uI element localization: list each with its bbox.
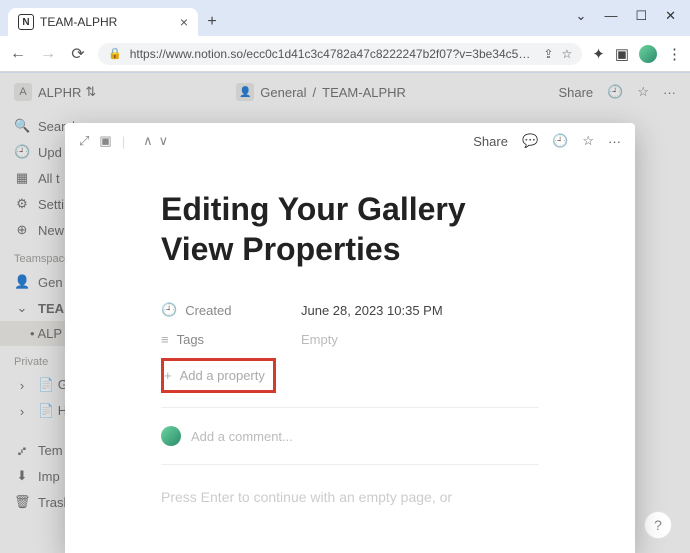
people-icon: 👤: [14, 274, 30, 290]
url-text: https://www.notion.so/ecc0c1d41c3c4782a4…: [130, 47, 536, 61]
extension-icons: ✦ ▣ ⋮: [592, 45, 682, 63]
reload-button[interactable]: ⟳: [68, 44, 88, 64]
expand-icon[interactable]: ⤢: [79, 133, 89, 149]
divider: [161, 464, 539, 465]
property-row-created[interactable]: 🕘 Created June 28, 2023 10:35 PM: [161, 295, 539, 325]
sidebar-item-label: TEA: [38, 301, 64, 316]
breadcrumb-parent[interactable]: General: [260, 85, 306, 100]
share-url-icon[interactable]: ⇪: [543, 47, 553, 61]
help-button[interactable]: ?: [644, 511, 672, 539]
extensions-icon[interactable]: ✦: [592, 45, 605, 63]
window-controls: ⌄ — ☐ ✕: [566, 4, 686, 28]
breadcrumb: 👤 General / TEAM-ALPHR: [236, 83, 406, 101]
peek-mode-icon[interactable]: ▣: [99, 133, 111, 149]
workspace-icon: A: [14, 83, 32, 101]
browser-menu-icon[interactable]: ⋮: [667, 45, 682, 63]
sidebar-item-label: All t: [38, 171, 60, 186]
import-icon: ⬇: [14, 468, 30, 484]
updates-icon[interactable]: 🕘: [607, 84, 623, 100]
user-avatar-icon: [161, 426, 181, 446]
bookmark-url-icon[interactable]: ☆: [561, 47, 572, 61]
list-icon: ≡: [161, 332, 169, 347]
favorite-icon[interactable]: ☆: [637, 84, 649, 100]
next-page-icon[interactable]: ∨: [159, 133, 169, 149]
workspace-switcher-icon[interactable]: ⇅: [85, 84, 96, 100]
modal-body: Editing Your Gallery View Properties 🕘 C…: [65, 159, 635, 505]
add-property-highlight: + Add a property: [161, 358, 276, 393]
sidebar-item-label: Trasl: [38, 495, 66, 510]
property-value-created[interactable]: June 28, 2023 10:35 PM: [301, 303, 443, 318]
clock-icon: 🕘: [14, 144, 30, 160]
modal-more-icon[interactable]: ···: [608, 134, 621, 149]
prev-page-icon[interactable]: ∧: [143, 133, 153, 149]
favorite-icon[interactable]: ☆: [582, 133, 594, 149]
sidebar-item-label: New: [38, 223, 64, 238]
modal-toolbar: ⤢ ▣ | ∧ ∨ Share 💬 🕘 ☆ ···: [65, 123, 635, 159]
comment-input-row[interactable]: Add a comment...: [161, 422, 539, 450]
empty-page-hint: Press Enter to continue with an empty pa…: [161, 489, 539, 505]
grid-icon: ▦: [14, 170, 30, 186]
window-chevron-icon[interactable]: ⌄: [576, 8, 587, 24]
property-label: Tags: [177, 332, 204, 347]
forward-button[interactable]: →: [38, 45, 58, 63]
chevron-right-icon: ›: [14, 404, 30, 419]
url-input[interactable]: 🔒 https://www.notion.so/ecc0c1d41c3c4782…: [98, 43, 582, 65]
comment-placeholder: Add a comment...: [191, 429, 293, 444]
sidebar-item-label: Setti: [38, 197, 64, 212]
clock-icon: 🕘: [161, 302, 177, 318]
templates-icon: ⑇: [14, 443, 30, 458]
breadcrumb-separator: /: [313, 85, 317, 100]
page-modal: ⤢ ▣ | ∧ ∨ Share 💬 🕘 ☆ ··· Editing Your G…: [65, 123, 635, 553]
page-title[interactable]: Editing Your Gallery View Properties: [161, 189, 539, 269]
updates-icon[interactable]: 🕘: [552, 133, 568, 149]
sidebar-item-label: Imp: [38, 469, 60, 484]
back-button[interactable]: ←: [8, 45, 28, 63]
sidebar-item-label: Tem: [38, 443, 63, 458]
page-more-icon[interactable]: ···: [663, 85, 676, 100]
notion-topbar: A ALPHR ⇅ 👤 General / TEAM-ALPHR Share 🕘…: [0, 73, 690, 111]
add-property-label: Add a property: [180, 368, 265, 383]
sidebar-item-label: • ALP: [30, 326, 62, 341]
search-icon: 🔍: [14, 118, 30, 134]
lock-icon: 🔒: [108, 47, 122, 60]
profile-avatar-icon[interactable]: [639, 45, 657, 63]
property-row-tags[interactable]: ≡ Tags Empty: [161, 325, 539, 354]
breadcrumb-parent-icon: 👤: [236, 83, 254, 101]
sidebar-item-label: Upd: [38, 145, 62, 160]
workspace-name[interactable]: ALPHR: [38, 85, 81, 100]
address-bar: ← → ⟳ 🔒 https://www.notion.so/ecc0c1d41c…: [0, 36, 690, 72]
property-value-tags[interactable]: Empty: [301, 332, 338, 347]
window-close-icon[interactable]: ✕: [665, 8, 676, 24]
window-minimize-icon[interactable]: —: [604, 8, 617, 24]
chevron-down-icon: ⌄: [14, 300, 30, 316]
chevron-right-icon: ›: [14, 378, 30, 393]
browser-tab[interactable]: N TEAM-ALPHR ×: [8, 8, 198, 36]
notion-favicon-icon: N: [18, 14, 34, 30]
share-button[interactable]: Share: [558, 85, 593, 100]
divider: [161, 407, 539, 408]
plus-icon: +: [164, 368, 172, 383]
tab-title: TEAM-ALPHR: [40, 15, 174, 29]
trash-icon: 🗑: [14, 494, 30, 510]
plus-circle-icon: ⊕: [14, 222, 30, 238]
extension-plugin-icon[interactable]: ▣: [615, 45, 629, 63]
comments-icon[interactable]: 💬: [522, 133, 538, 149]
gear-icon: ⚙: [14, 196, 30, 212]
breadcrumb-current[interactable]: TEAM-ALPHR: [322, 85, 406, 100]
tab-close-icon[interactable]: ×: [180, 14, 188, 30]
window-maximize-icon[interactable]: ☐: [635, 8, 647, 24]
sidebar-item-label: Gen: [38, 275, 63, 290]
notion-app: A ALPHR ⇅ 👤 General / TEAM-ALPHR Share 🕘…: [0, 73, 690, 553]
add-property-button[interactable]: + Add a property: [156, 361, 273, 390]
property-label: Created: [185, 303, 231, 318]
modal-share-button[interactable]: Share: [473, 134, 508, 149]
new-tab-button[interactable]: +: [198, 8, 226, 36]
